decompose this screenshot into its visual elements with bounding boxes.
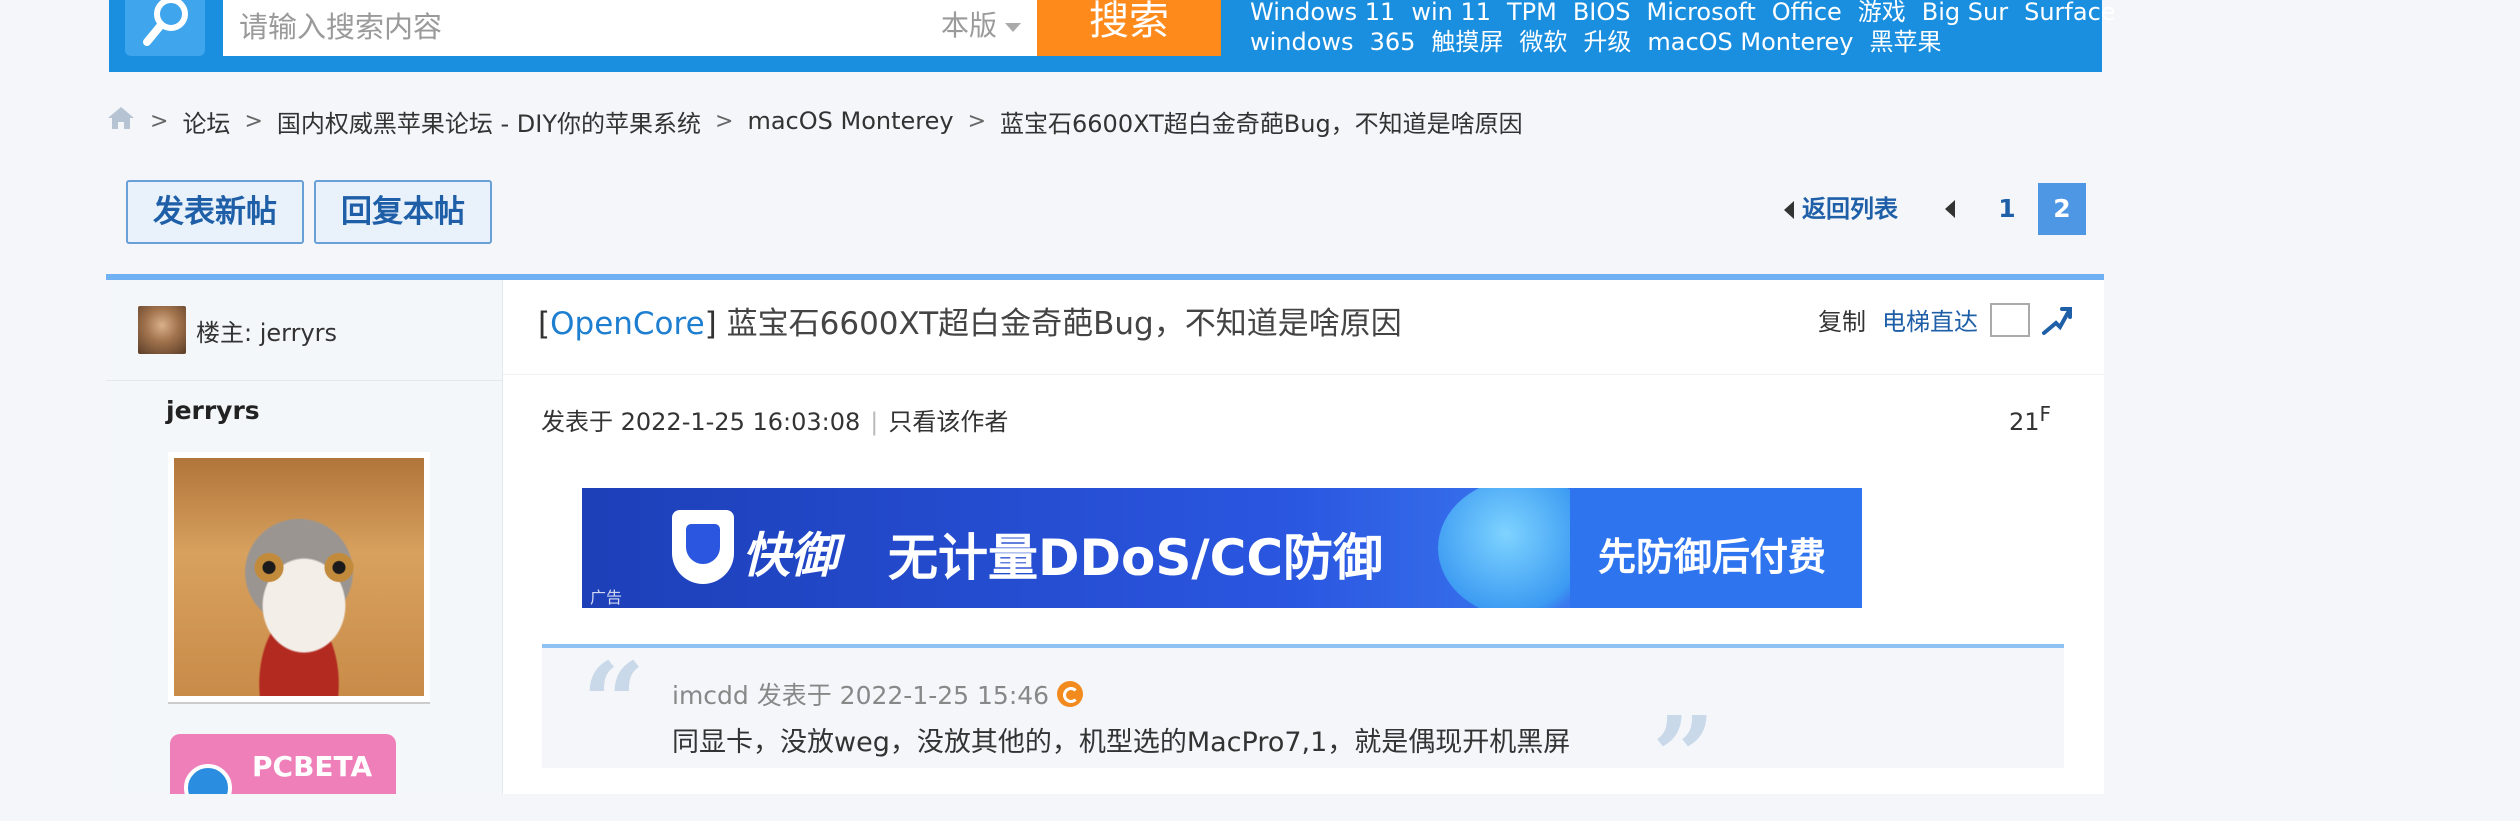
floor-number: 21F [2009,402,2051,436]
hot-keyword-link[interactable]: macOS Monterey [1647,28,1853,56]
tag-bracket-open: [ [538,306,551,342]
meta-separator: | [870,408,879,436]
avatar[interactable] [138,306,186,354]
prev-page-icon[interactable] [1945,200,1955,218]
search-scope-label: 本版 [940,9,997,42]
breadcrumb-separator: > [244,108,263,134]
ad-slogan: 先防御后付费 [1598,535,1827,579]
breadcrumb-item-forum[interactable]: 论坛 [182,104,230,139]
hot-keywords-row2: windows 365 触摸屏 微软 升级 macOS Monterey 黑苹果 [1250,22,1958,57]
breadcrumb-separator: > [150,108,169,134]
goto-quote-icon[interactable] [1057,681,1084,707]
jump-go-icon[interactable] [2040,303,2074,337]
search-button[interactable]: 搜索 [1037,0,1221,56]
only-author-link[interactable]: 只看该作者 [888,408,1008,436]
quote-close-icon: ” [1652,692,1716,821]
hot-keyword-link[interactable]: windows [1250,28,1354,56]
hot-keyword-link[interactable]: 黑苹果 [1870,28,1942,56]
elevator-link[interactable]: 电梯直达 [1882,302,1978,337]
author-username[interactable]: jerryrs [166,396,260,425]
post-timestamp: 发表于 2022-1-25 16:03:08 [541,408,861,436]
search-bar: 请输入搜索内容 本版 搜索 Windows 11 win 11 TPM BIOS Mic… [109,0,2116,72]
divider [503,374,2104,375]
hot-keyword-link[interactable]: 365 [1370,28,1416,56]
page-link-1[interactable]: 1 [1992,183,2022,235]
cat-avatar-image [174,458,424,696]
search-scope-select[interactable]: 本版 [941,4,1021,44]
quote-header: imcdd 发表于 2022-1-25 15:46 [672,676,1084,712]
reply-button[interactable]: 回复本帖 [314,180,492,244]
copy-link[interactable]: 复制 [1818,302,1866,337]
post-title: [OpenCore] 蓝宝石6600XT超白金奇葩Bug，不知道是啥原因 [538,298,1402,343]
op-label: 楼主: jerryrs [196,318,338,347]
divider [106,380,502,381]
hot-keyword-link[interactable]: 触摸屏 [1431,28,1503,56]
page-link-current[interactable]: 2 [2038,183,2086,235]
post-tag-link[interactable]: OpenCore [550,306,705,342]
op-row: 楼主: jerryrs [138,306,337,354]
floor-suffix: F [2039,402,2052,426]
back-to-list-link[interactable]: 返回列表 [1784,183,1898,235]
floor-number-value: 21 [2009,408,2040,436]
medal-ring-icon [184,764,232,794]
breadcrumb: > 论坛 > 国内权威黑苹果论坛 - DIY你的苹果系统 > macOS Mon… [106,103,1523,139]
breadcrumb-separator: > [967,108,987,134]
medal-badge: PCBETA [170,734,396,794]
quote-text: 同显卡，没放weg，没放其他的，机型选的MacPro7,1，就是偶现开机黑屏 [672,727,1571,758]
quote-open-icon: “ [582,638,646,767]
title-tools: 复制 电梯直达 [1818,302,2074,337]
back-to-list-label: 返回列表 [1802,195,1898,223]
new-post-button[interactable]: 发表新帖 [126,180,304,244]
ad-brand: 快御 [742,528,839,584]
search-input[interactable]: 请输入搜索内容 本版 [223,0,1037,56]
search-icon[interactable] [125,0,205,56]
breadcrumb-item-thread[interactable]: 蓝宝石6600XT超白金奇葩Bug，不知道是啥原因 [1000,104,1523,139]
medal-label: PCBETA [252,750,373,783]
breadcrumb-separator: > [715,108,734,134]
medal-bubble [190,734,230,756]
hot-keyword-link[interactable]: Surface [2024,0,2115,26]
ad-tag: 广告 [590,588,623,607]
post-meta: 发表于 2022-1-25 16:03:08 | 只看该作者 [541,402,1008,437]
quote-author: imcdd 发表于 2022-1-25 15:46 [672,681,1050,710]
author-avatar[interactable] [168,452,430,702]
search-placeholder: 请输入搜索内容 [239,10,443,44]
hot-keyword-link[interactable]: 升级 [1583,28,1631,56]
tag-bracket-close: ] [704,306,717,342]
ad-headline: 无计量DDoS/CC防御 [888,529,1384,587]
chevron-down-icon [1005,22,1021,32]
floor-jump-input[interactable] [1990,302,2030,337]
caret-left-icon [1784,201,1794,219]
post-title-text: 蓝宝石6600XT超白金奇葩Bug，不知道是啥原因 [726,306,1402,342]
home-icon[interactable] [106,105,136,137]
hot-keyword-link[interactable]: 微软 [1519,28,1567,56]
breadcrumb-item-monterey[interactable]: macOS Monterey [747,107,953,135]
author-sidebar: 楼主: jerryrs jerryrs PCBETA [106,280,503,794]
shield-logo-icon [672,510,734,584]
ad-banner[interactable]: 快御 无计量DDoS/CC防御 先防御后付费 广告 [582,488,1862,608]
quote-block: “ ” imcdd 发表于 2022-1-25 15:46 同显卡，没放weg，… [542,638,2064,812]
post-container: 楼主: jerryrs jerryrs PCBETA [OpenCore] 蓝宝… [106,274,2104,812]
breadcrumb-item-hackintosh[interactable]: 国内权威黑苹果论坛 - DIY你的苹果系统 [277,104,701,139]
